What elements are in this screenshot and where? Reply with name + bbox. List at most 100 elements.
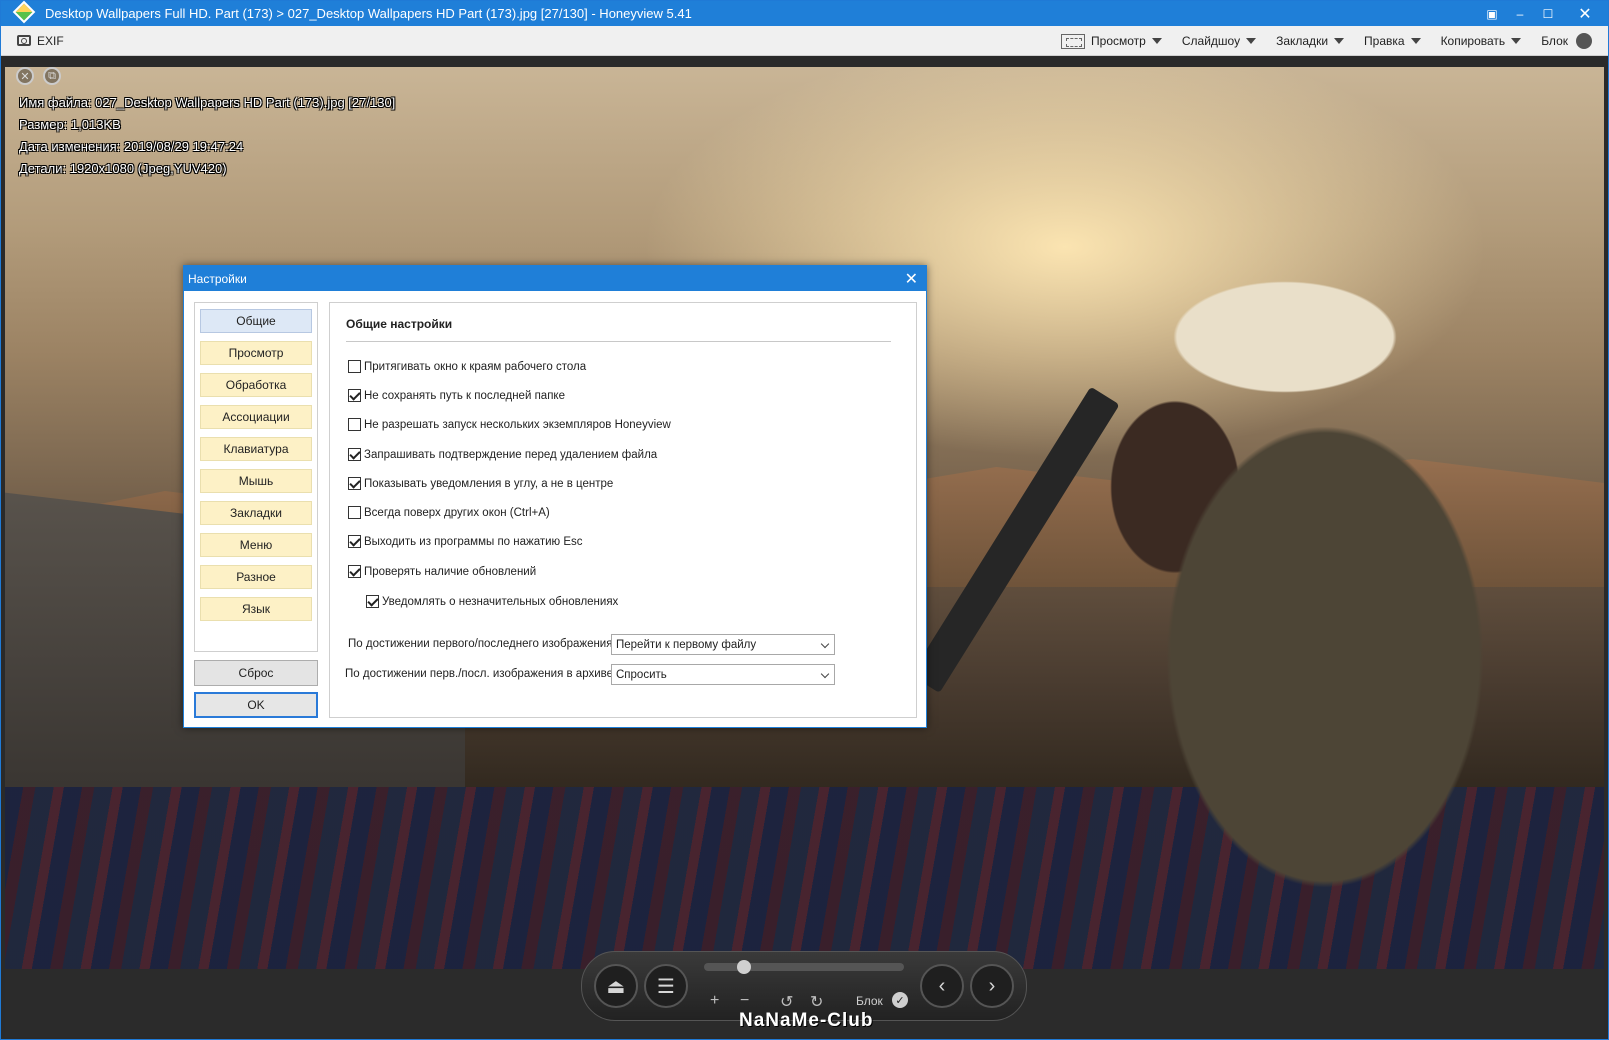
- dialog-title-bar[interactable]: Настройки ✕: [184, 266, 926, 291]
- menu-view-label: Просмотр: [1091, 34, 1146, 48]
- option-checkbox[interactable]: [348, 448, 361, 461]
- settings-nav: Общие Просмотр Обработка Ассоциации Клав…: [194, 302, 318, 652]
- menu-slideshow-label: Слайдшоу: [1181, 34, 1241, 48]
- option-label: Запрашивать подтверждение перед удаление…: [364, 448, 658, 461]
- dialog-close-icon[interactable]: ✕: [905, 269, 918, 289]
- pin-button[interactable]: ▣: [1478, 1, 1506, 26]
- caret-down-icon: [1410, 38, 1421, 44]
- section-title: Общие настройки: [346, 317, 453, 331]
- nav-associations[interactable]: Ассоциации: [200, 405, 312, 429]
- photo-subject: [995, 257, 1604, 969]
- nav-menu[interactable]: Меню: [200, 533, 312, 557]
- minimize-button[interactable]: –: [1506, 1, 1534, 26]
- menu-edit-label: Правка: [1364, 34, 1405, 48]
- menu-icon[interactable]: ☰: [644, 964, 688, 1008]
- option-label: Проверять наличие обновлений: [364, 565, 537, 578]
- nav-bookmarks[interactable]: Закладки: [200, 501, 312, 525]
- option-label: Показывать уведомления в углу, а не в це…: [364, 477, 614, 490]
- watermark: NaNaMe-Club: [739, 1010, 874, 1031]
- ok-button[interactable]: OK: [194, 692, 318, 718]
- toolbar-menus: Просмотр Слайдшоу Закладки Правка Копиро…: [1041, 26, 1592, 56]
- nav-mouse[interactable]: Мышь: [200, 469, 312, 493]
- close-overlay-icon[interactable]: ✕: [16, 67, 34, 85]
- toolbar: EXIF Просмотр Слайдшоу Закладки Правка К…: [1, 26, 1608, 56]
- reset-button[interactable]: Сброс: [194, 660, 318, 686]
- option-row[interactable]: Всегда поверх других окон (Ctrl+A): [348, 506, 550, 519]
- option-row[interactable]: Выходить из программы по нажатию Esc: [348, 535, 583, 548]
- caret-down-icon: [1151, 38, 1162, 44]
- option-checkbox[interactable]: [348, 506, 361, 519]
- menu-bookmarks[interactable]: Закладки: [1276, 34, 1345, 48]
- option-checkbox[interactable]: [366, 595, 379, 608]
- option-row[interactable]: Не разрешать запуск нескольких экземпляр…: [348, 418, 671, 431]
- option-row[interactable]: Проверять наличие обновлений: [348, 565, 536, 578]
- option-label: Всегда поверх других окон (Ctrl+A): [364, 506, 550, 519]
- exif-label: EXIF: [37, 33, 64, 48]
- caret-down-icon: [1511, 38, 1522, 44]
- archive-label: По достижении перв./посл. изображения в …: [345, 668, 617, 680]
- option-label: Не сохранять путь к последней папке: [364, 389, 565, 402]
- option-checkbox[interactable]: [348, 360, 361, 373]
- close-button[interactable]: ✕: [1562, 1, 1608, 26]
- title-bar[interactable]: Desktop Wallpapers Full HD. Part (173) >…: [1, 0, 1608, 26]
- menu-copy-label: Копировать: [1440, 34, 1506, 48]
- first-last-select[interactable]: Перейти к первому файлу: [611, 634, 835, 655]
- first-last-value: Перейти к первому файлу: [616, 638, 757, 651]
- zoom-out-icon[interactable]: −: [740, 992, 749, 1010]
- rotate-left-icon[interactable]: ↺: [780, 992, 793, 1012]
- camera-icon: [17, 35, 31, 46]
- dropdown-arrow-icon: [820, 639, 830, 649]
- option-checkbox[interactable]: [348, 477, 361, 490]
- window-title: Desktop Wallpapers Full HD. Part (173) >…: [45, 6, 692, 21]
- option-row[interactable]: Уведомлять о незначительных обновлениях: [366, 595, 618, 608]
- nav-keyboard[interactable]: Клавиатура: [200, 437, 312, 461]
- check-icon[interactable]: ✓: [892, 992, 908, 1008]
- caret-down-icon: [1246, 38, 1257, 44]
- menu-slideshow[interactable]: Слайдшоу: [1181, 34, 1257, 48]
- nav-misc[interactable]: Разное: [200, 565, 312, 589]
- option-checkbox[interactable]: [348, 565, 361, 578]
- eject-icon[interactable]: ⏏: [594, 964, 638, 1008]
- exif-button[interactable]: EXIF: [17, 34, 64, 48]
- dropdown-arrow-icon: [820, 669, 830, 679]
- settings-dialog: Настройки ✕ Общие Просмотр Обработка Асс…: [183, 265, 927, 728]
- menu-copy[interactable]: Копировать: [1441, 34, 1522, 48]
- nav-language[interactable]: Язык: [200, 597, 312, 621]
- block-label: Блок: [1541, 34, 1568, 48]
- archive-select[interactable]: Спросить: [611, 664, 835, 685]
- copy-info-icon[interactable]: ⧉: [43, 67, 61, 85]
- option-row[interactable]: Запрашивать подтверждение перед удаление…: [348, 448, 657, 461]
- slider-knob[interactable]: [737, 960, 751, 974]
- menu-edit[interactable]: Правка: [1364, 34, 1421, 48]
- rotate-right-icon[interactable]: ↻: [810, 992, 823, 1012]
- option-checkbox[interactable]: [348, 389, 361, 402]
- settings-content: Общие настройки Притягивать окно к краям…: [329, 302, 917, 718]
- maximize-button[interactable]: ☐: [1534, 1, 1562, 26]
- option-label: Не разрешать запуск нескольких экземпляр…: [364, 418, 671, 431]
- caret-down-icon: [1334, 38, 1345, 44]
- block-status-icon: [1576, 33, 1592, 49]
- nav-processing[interactable]: Обработка: [200, 373, 312, 397]
- menu-bookmarks-label: Закладки: [1276, 34, 1329, 48]
- position-slider[interactable]: [704, 960, 904, 974]
- option-row[interactable]: Не сохранять путь к последней папке: [348, 389, 565, 402]
- dock-block-label: Блок: [856, 994, 883, 1008]
- archive-value: Спросить: [616, 668, 667, 681]
- app-window: Desktop Wallpapers Full HD. Part (173) >…: [0, 0, 1609, 1040]
- dialog-title: Настройки: [188, 271, 247, 286]
- option-row[interactable]: Показывать уведомления в углу, а не в це…: [348, 477, 613, 490]
- option-row[interactable]: Притягивать окно к краям рабочего стола: [348, 360, 586, 373]
- view-mode-icon: [1061, 33, 1086, 49]
- option-checkbox[interactable]: [348, 418, 361, 431]
- prev-icon[interactable]: ‹: [920, 964, 964, 1008]
- zoom-in-icon[interactable]: +: [710, 992, 719, 1010]
- nav-view[interactable]: Просмотр: [200, 341, 312, 365]
- nav-general[interactable]: Общие: [200, 309, 312, 333]
- next-icon[interactable]: ›: [970, 964, 1014, 1008]
- menu-view[interactable]: Просмотр: [1061, 33, 1162, 49]
- option-label: Выходить из программы по нажатию Esc: [364, 535, 583, 548]
- block-toggle[interactable]: Блок: [1541, 33, 1592, 49]
- option-label: Уведомлять о незначительных обновлениях: [382, 595, 619, 608]
- section-divider: [346, 341, 891, 342]
- option-checkbox[interactable]: [348, 535, 361, 548]
